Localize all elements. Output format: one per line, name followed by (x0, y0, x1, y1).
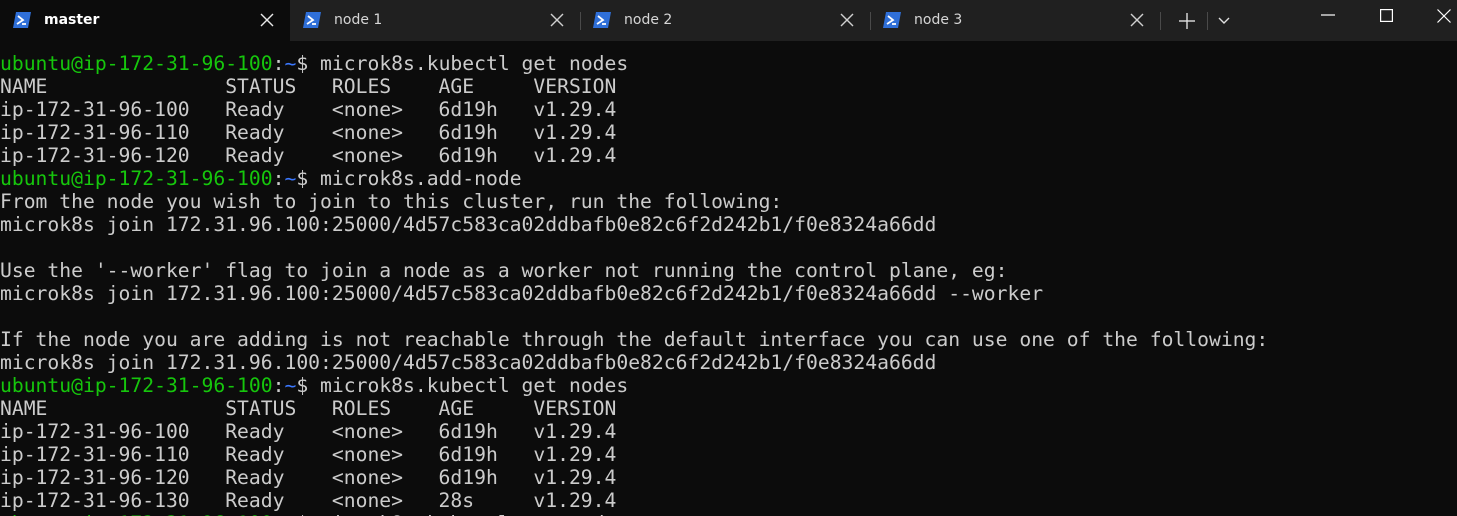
prompt-user: ubuntu@ip-172-31-96-100 (0, 374, 273, 397)
close-tab-icon[interactable] (1130, 13, 1144, 27)
close-tab-icon[interactable] (260, 13, 274, 27)
command-text: $ microk8s.kubectl get nodes (296, 52, 629, 75)
prompt-user: ubuntu@ip-172-31-96-100 (0, 167, 273, 190)
close-tab-icon[interactable] (550, 13, 564, 27)
prompt-user: ubuntu@ip-172-31-96-100 (0, 52, 273, 75)
output-line: microk8s join 172.31.96.100:25000/4d57c5… (0, 282, 1044, 305)
powershell-icon (593, 12, 611, 28)
terminal-pane[interactable]: ubuntu@ip-172-31-96-100:~$ microk8s.kube… (0, 41, 1457, 516)
prompt-line: ubuntu@ip-172-31-96-100:~$ microk8s.kube… (0, 374, 1268, 397)
close-tab-icon[interactable] (840, 13, 854, 27)
output-line: From the node you wish to join to this c… (0, 190, 783, 213)
output-line: ip-172-31-96-100 Ready <none> 6d19h v1.2… (0, 420, 617, 443)
maximize-icon[interactable] (1380, 9, 1393, 22)
command-text: $ microk8s.kubectl get nodes (296, 512, 628, 516)
output-line: microk8s join 172.31.96.100:25000/4d57c5… (0, 213, 937, 236)
tab-node-1[interactable]: node 1 (290, 0, 580, 41)
command-text: $ microk8s.kubectl get nodes (296, 374, 629, 397)
prompt-separator: : (272, 167, 285, 190)
powershell-icon (13, 12, 31, 28)
prompt-line: ubuntu@ip-172-31-96-100:~$ microk8s.kube… (0, 512, 1268, 516)
output-line: ip-172-31-96-100 Ready <none> 6d19h v1.2… (0, 98, 617, 121)
prompt-user: ubuntu@ip-172-31-96-100 (0, 512, 273, 516)
tab-label: node 2 (624, 12, 673, 28)
powershell-icon (303, 12, 321, 28)
tab-node-2[interactable]: node 2 (580, 0, 870, 41)
tab-label: node 3 (914, 12, 963, 28)
command-text: $ microk8s.add-node (296, 167, 522, 190)
chevron-down-icon[interactable] (1218, 16, 1230, 26)
output-line: ip-172-31-96-110 Ready <none> 6d19h v1.2… (0, 121, 617, 144)
tab-separator (1160, 12, 1161, 30)
terminal-output: ubuntu@ip-172-31-96-100:~$ microk8s.kube… (0, 52, 1268, 516)
tab-label: node 1 (334, 12, 383, 28)
output-line: ip-172-31-96-110 Ready <none> 6d19h v1.2… (0, 443, 617, 466)
tab-node-3[interactable]: node 3 (870, 0, 1160, 41)
output-line: Use the '--worker' flag to join a node a… (0, 259, 1008, 282)
prompt-path: ~ (284, 512, 296, 516)
plus-icon[interactable] (1178, 12, 1196, 30)
tab-separator (1207, 12, 1208, 30)
output-line: microk8s join 172.31.96.100:25000/4d57c5… (0, 351, 937, 374)
prompt-path: ~ (284, 374, 297, 397)
prompt-line: ubuntu@ip-172-31-96-100:~$ microk8s.add-… (0, 167, 1268, 190)
output-line: ip-172-31-96-130 Ready <none> 28s v1.29.… (0, 489, 617, 512)
prompt-path: ~ (284, 167, 297, 190)
output-line: NAME STATUS ROLES AGE VERSION (0, 397, 617, 420)
powershell-icon (883, 12, 901, 28)
output-line: ip-172-31-96-120 Ready <none> 6d19h v1.2… (0, 144, 617, 167)
prompt-path: ~ (284, 52, 297, 75)
close-icon[interactable] (1437, 9, 1451, 23)
prompt-line: ubuntu@ip-172-31-96-100:~$ microk8s.kube… (0, 52, 1268, 75)
tab-master[interactable]: master (0, 0, 290, 41)
prompt-separator: : (272, 374, 285, 397)
output-line: ip-172-31-96-120 Ready <none> 6d19h v1.2… (0, 466, 617, 489)
prompt-separator: : (272, 52, 285, 75)
output-line: If the node you are adding is not reacha… (0, 328, 1269, 351)
output-line: NAME STATUS ROLES AGE VERSION (0, 75, 617, 98)
prompt-separator: : (273, 512, 285, 516)
tab-label: master (44, 12, 100, 28)
minimize-icon[interactable] (1321, 13, 1335, 17)
title-bar: master node 1 node 2 node 3 (0, 0, 1457, 41)
